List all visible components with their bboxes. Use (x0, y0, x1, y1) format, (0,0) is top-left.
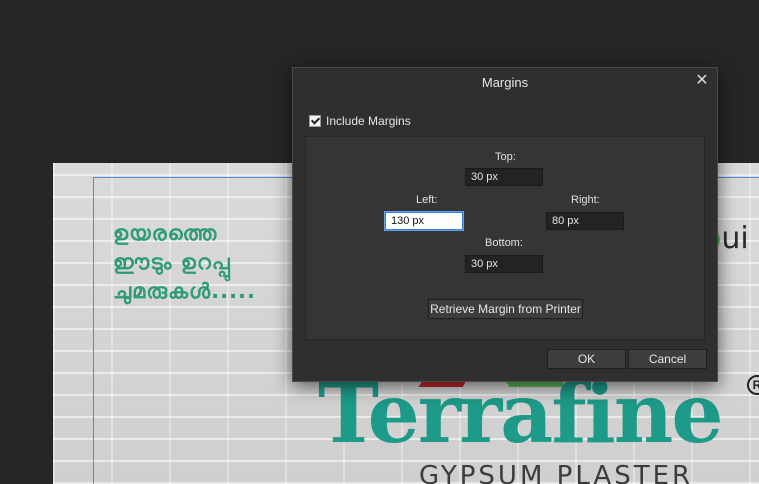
brand-tagline: GYPSUM PLASTER (419, 461, 694, 484)
bottom-label: Bottom: (485, 237, 523, 249)
include-margins-checkbox[interactable] (309, 115, 321, 127)
include-margins-checkbox-row[interactable]: Include Margins (309, 114, 411, 128)
right-margin-input[interactable] (546, 212, 624, 230)
malayalam-headline: ഉയരത്തെ ഈടും ഉറപ്പു ചുമരുകൾ..... (113, 219, 256, 306)
margins-group: Top: Left: Right: Bottom: Retrieve Margi… (305, 136, 705, 340)
brand-fragment-rest: ui (721, 221, 749, 256)
malayalam-line-2: ഈടും ഉറപ്പു (113, 250, 231, 274)
malayalam-line-1: ഉയരത്തെ (113, 221, 218, 245)
top-margin-input[interactable] (465, 168, 543, 186)
brand-logo-text: Terrafine (318, 366, 724, 462)
margins-dialog: Margins ✕ Include Margins Top: Left: Rig… (292, 67, 718, 382)
right-label: Right: (571, 194, 600, 206)
left-label: Left: (416, 194, 438, 206)
cancel-button[interactable]: Cancel (628, 349, 707, 369)
retrieve-margin-button[interactable]: Retrieve Margin from Printer (428, 299, 583, 319)
ok-button[interactable]: OK (547, 349, 626, 369)
malayalam-line-3: ചുമരുകൾ..... (113, 279, 257, 303)
dialog-titlebar[interactable]: Margins ✕ (293, 68, 717, 96)
bottom-margin-input[interactable] (465, 255, 543, 273)
top-label: Top: (495, 151, 516, 163)
dialog-title: Margins (481, 75, 529, 90)
margin-guide-vertical (93, 177, 94, 484)
registered-mark: R (747, 375, 759, 395)
close-icon[interactable]: ✕ (693, 72, 711, 90)
include-margins-label: Include Margins (326, 114, 411, 128)
left-margin-input[interactable] (385, 212, 463, 230)
